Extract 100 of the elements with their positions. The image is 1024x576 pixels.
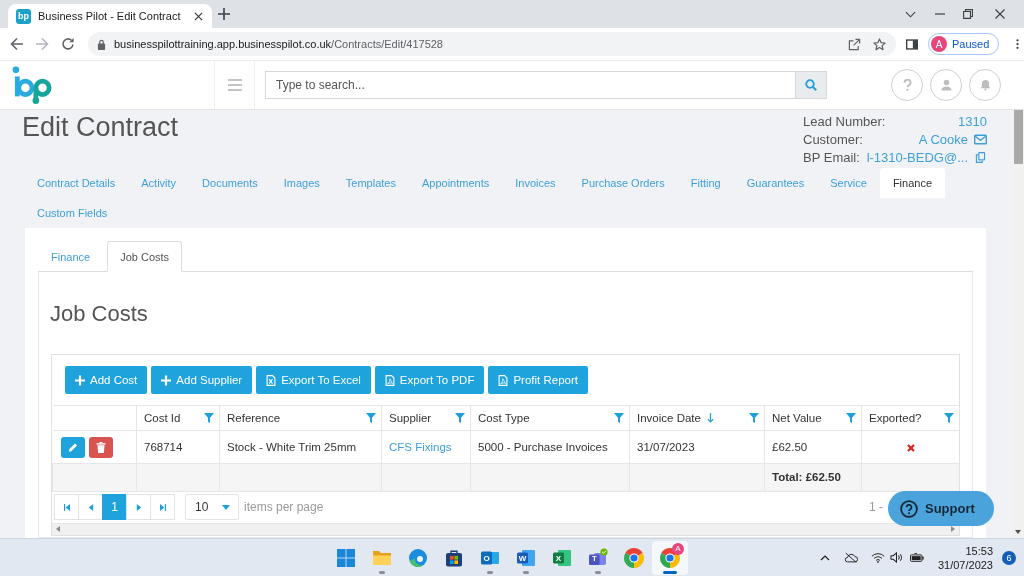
tab[interactable]: Images [270, 168, 333, 198]
scrollbar-thumb[interactable] [1013, 110, 1023, 164]
tab[interactable]: Custom Fields [24, 198, 121, 228]
lock-icon[interactable] [97, 38, 106, 50]
add-button[interactable]: Add Cost [65, 366, 148, 394]
tab[interactable]: Finance [879, 168, 946, 198]
envelope-icon[interactable] [974, 133, 987, 145]
tab[interactable]: Purchase Orders [568, 168, 678, 198]
supplier-link[interactable]: CFS Fixings [389, 441, 452, 453]
add-button[interactable]: Add Supplier [151, 366, 253, 394]
column-header[interactable]: Net Value [772, 412, 856, 424]
tab[interactable]: Job Costs [107, 241, 183, 272]
close-icon[interactable] [194, 11, 203, 21]
taskbar-button[interactable]: W [508, 540, 544, 575]
pdf-export-button[interactable]: Export To PDF [374, 366, 485, 394]
speaker-icon[interactable] [889, 552, 903, 563]
browser-icon [660, 547, 680, 568]
caret-left-icon[interactable] [56, 526, 60, 532]
tab[interactable]: Invoices [502, 168, 569, 198]
tab[interactable]: Guarantees [733, 168, 818, 198]
filter-icon[interactable] [749, 413, 759, 423]
reload-icon[interactable] [61, 37, 75, 51]
column-header[interactable]: Invoice Date [637, 412, 759, 424]
support-button[interactable]: Support [888, 491, 994, 526]
excel-export-button[interactable]: Export To Excel [256, 366, 371, 394]
edit-button[interactable] [60, 436, 85, 458]
vertical-scrollbar[interactable] [1012, 110, 1024, 538]
tab[interactable]: Fitting [677, 168, 734, 198]
tab[interactable]: Finance [38, 241, 104, 272]
horizontal-scrollbar[interactable] [52, 522, 959, 535]
table-cell: Stock - White Trim 25mm [219, 430, 382, 464]
copy-icon[interactable] [974, 151, 987, 163]
page-button[interactable]: 1 [102, 494, 127, 520]
restore-icon[interactable] [963, 9, 973, 19]
search-button[interactable] [795, 71, 827, 99]
info-link[interactable]: 1310 [958, 113, 987, 129]
caret-down-icon[interactable] [1015, 530, 1021, 534]
clock-date: 31/07/2023 [937, 557, 993, 572]
skip-forward-icon [159, 503, 166, 511]
help-button[interactable] [891, 69, 923, 101]
column-header[interactable]: Exported? [869, 412, 954, 424]
cloud-off-icon[interactable] [843, 552, 858, 563]
column-header[interactable]: Cost Id [144, 412, 214, 424]
next-page-button[interactable] [126, 494, 151, 520]
table-cell: 5000 - Purchase Invoices [470, 430, 630, 464]
filter-icon[interactable] [366, 413, 376, 423]
pdf-export-button[interactable]: Profit Report [488, 366, 588, 394]
forward-icon[interactable] [35, 37, 49, 51]
info-link[interactable]: l-1310-BEDG@... [866, 149, 968, 165]
column-header[interactable]: Supplier [389, 412, 465, 424]
page-range-text: 1 - [869, 500, 883, 514]
last-page-button[interactable] [150, 494, 175, 520]
back-icon[interactable] [10, 37, 24, 51]
first-page-button[interactable] [54, 494, 79, 520]
address-bar[interactable]: businesspilottraining.app.businesspilot.co.uk/Contracts/Edit/417528 [88, 32, 896, 56]
filter-icon[interactable] [944, 413, 954, 423]
battery-icon[interactable] [909, 553, 924, 562]
more-menu-icon[interactable] [1016, 38, 1020, 50]
delete-button[interactable] [88, 436, 113, 458]
caret-right-icon [135, 503, 142, 511]
taskbar-button[interactable]: A [652, 540, 688, 575]
chevron-down-icon[interactable] [905, 10, 916, 18]
tab[interactable]: Appointments [408, 168, 503, 198]
plus-icon[interactable] [218, 8, 230, 20]
filter-icon[interactable] [204, 413, 214, 423]
tab[interactable]: Contract Details [24, 168, 129, 198]
menu-icon[interactable] [227, 79, 242, 91]
star-icon[interactable] [873, 37, 886, 51]
close-icon[interactable] [995, 9, 1005, 19]
table-cell: £62.50 [764, 430, 862, 464]
tab[interactable]: Activity [128, 168, 190, 198]
running-indicator [487, 570, 493, 574]
info-label: Customer: [803, 131, 863, 147]
column-header[interactable]: Reference [227, 412, 376, 424]
notifications-button[interactable] [969, 69, 1001, 101]
taskbar-button[interactable]: X [544, 540, 580, 575]
info-link[interactable]: A Cooke [918, 131, 968, 147]
tab[interactable]: Templates [332, 168, 409, 198]
tab[interactable]: Documents [189, 168, 271, 198]
user-button[interactable] [930, 69, 962, 101]
taskbar-button[interactable]: O [472, 540, 508, 575]
notification-badge[interactable]: 6 [1002, 550, 1016, 565]
filter-icon[interactable] [455, 413, 465, 423]
wifi-icon[interactable] [870, 552, 885, 563]
profile-button[interactable]: A Paused [928, 33, 1000, 55]
browser-tab[interactable]: bp Business Pilot - Edit Contract [8, 4, 212, 28]
clock-time: 15:53 [965, 543, 993, 558]
taskbar-button[interactable]: T [580, 540, 616, 575]
page-size-dropdown[interactable]: 10 [185, 494, 239, 520]
chevron-up-icon[interactable] [819, 554, 830, 561]
search-field[interactable]: Type to search... [265, 71, 795, 99]
share-icon[interactable] [848, 37, 861, 51]
previous-page-button[interactable] [78, 494, 103, 520]
pdf-file-icon [498, 374, 509, 386]
tab[interactable]: Service [817, 168, 880, 198]
side-panel-icon[interactable] [906, 38, 918, 50]
column-header[interactable]: Cost Type [478, 412, 624, 424]
filter-icon[interactable] [614, 413, 624, 423]
filter-icon[interactable] [846, 413, 856, 423]
caret-right-icon[interactable] [951, 526, 955, 532]
